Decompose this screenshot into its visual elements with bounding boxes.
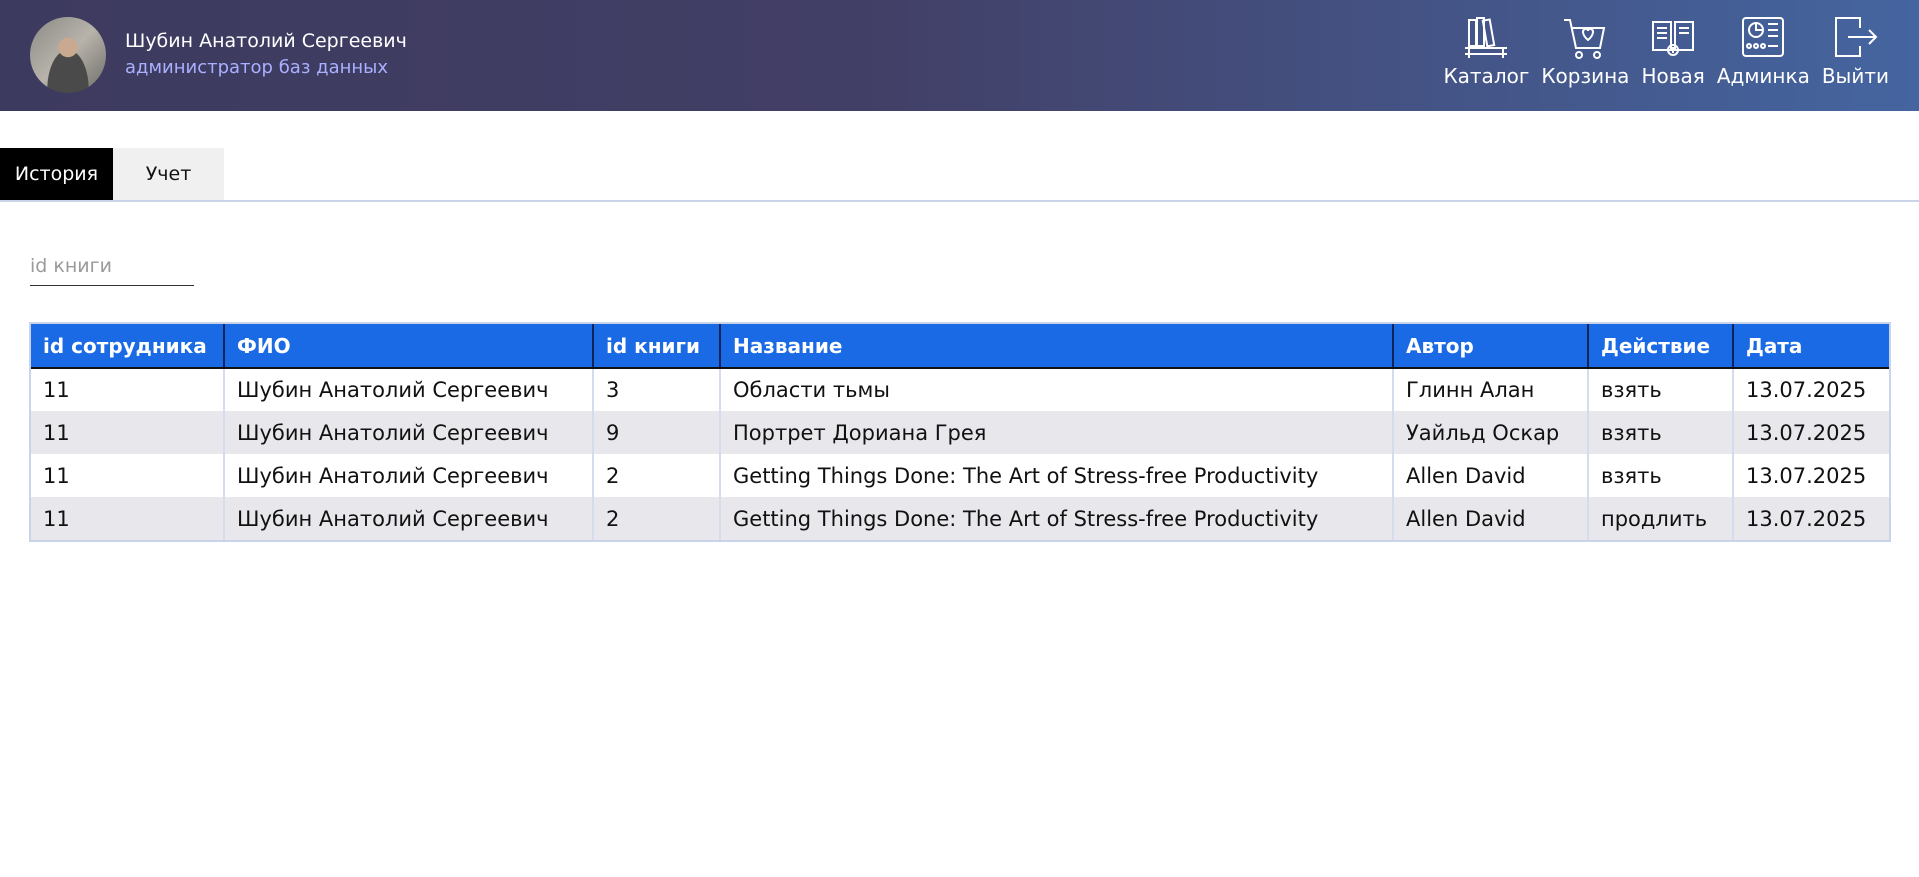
cell-date: 13.07.2025 bbox=[1733, 497, 1889, 540]
avatar bbox=[30, 17, 106, 93]
column-header-book-id[interactable]: id книги bbox=[593, 324, 721, 369]
nav-label: Каталог bbox=[1443, 64, 1530, 88]
table-row[interactable]: 11 Шубин Анатолий Сергеевич 2 Getting Th… bbox=[31, 454, 1889, 497]
nav-admin[interactable]: Админка bbox=[1717, 14, 1810, 88]
app-header: Шубин Анатолий Сергеевич администратор б… bbox=[0, 0, 1919, 111]
nav-catalog[interactable]: Каталог bbox=[1443, 14, 1529, 88]
user-role: администратор баз данных bbox=[125, 57, 389, 78]
cell-title: Области тьмы bbox=[720, 368, 1394, 411]
cell-action: взять bbox=[1588, 411, 1734, 454]
nav-label: Выйти bbox=[1821, 64, 1889, 88]
cell-title: Портрет Дориана Грея bbox=[720, 411, 1394, 454]
column-header-title[interactable]: Название bbox=[720, 324, 1394, 369]
tab-bar: История Учет bbox=[0, 148, 224, 200]
nav-new[interactable]: Новая bbox=[1641, 14, 1705, 88]
column-header-employee-id[interactable]: id сотрудника bbox=[31, 324, 225, 369]
column-header-date[interactable]: Дата bbox=[1733, 324, 1889, 369]
column-header-author[interactable]: Автор bbox=[1393, 324, 1589, 369]
cell-date: 13.07.2025 bbox=[1733, 411, 1889, 454]
cell-full-name: Шубин Анатолий Сергеевич bbox=[224, 497, 594, 540]
top-nav: Каталог Корзина Новая Админка Выйти bbox=[1443, 14, 1889, 94]
cell-action: взять bbox=[1588, 368, 1734, 411]
cell-date: 13.07.2025 bbox=[1733, 368, 1889, 411]
tab-divider bbox=[0, 200, 1919, 202]
table-row[interactable]: 11 Шубин Анатолий Сергеевич 2 Getting Th… bbox=[31, 497, 1889, 540]
cell-action: взять bbox=[1588, 454, 1734, 497]
history-table: id сотрудника ФИО id книги Название Авто… bbox=[29, 322, 1891, 542]
cell-book-id: 9 bbox=[593, 411, 721, 454]
cell-author: Allen David bbox=[1393, 454, 1589, 497]
nav-label: Новая bbox=[1641, 64, 1705, 88]
table-header-row: id сотрудника ФИО id книги Название Авто… bbox=[31, 324, 1889, 369]
cell-title: Getting Things Done: The Art of Stress-f… bbox=[720, 497, 1394, 540]
cell-full-name: Шубин Анатолий Сергеевич bbox=[224, 368, 594, 411]
cell-employee-id: 11 bbox=[31, 454, 225, 497]
column-header-action[interactable]: Действие bbox=[1588, 324, 1734, 369]
dashboard-icon bbox=[1742, 17, 1785, 57]
book-id-search-input[interactable] bbox=[30, 246, 194, 286]
cell-title: Getting Things Done: The Art of Stress-f… bbox=[720, 454, 1394, 497]
cell-book-id: 2 bbox=[593, 497, 721, 540]
table-row[interactable]: 11 Шубин Анатолий Сергеевич 9 Портрет До… bbox=[31, 411, 1889, 454]
nav-cart[interactable]: Корзина bbox=[1541, 14, 1629, 88]
cell-employee-id: 11 bbox=[31, 411, 225, 454]
cell-action: продлить bbox=[1588, 497, 1734, 540]
cell-employee-id: 11 bbox=[31, 368, 225, 411]
nav-label: Корзина bbox=[1541, 64, 1630, 88]
cell-author: Глинн Алан bbox=[1393, 368, 1589, 411]
cell-date: 13.07.2025 bbox=[1733, 454, 1889, 497]
bookshelf-icon bbox=[1465, 17, 1508, 58]
column-header-full-name[interactable]: ФИО bbox=[224, 324, 594, 369]
nav-label: Админка bbox=[1716, 64, 1810, 88]
user-name: Шубин Анатолий Сергеевич bbox=[125, 30, 407, 52]
cell-author: Уайльд Оскар bbox=[1393, 411, 1589, 454]
table-row[interactable]: 11 Шубин Анатолий Сергеевич 3 Области ть… bbox=[31, 368, 1889, 411]
tab-accounting[interactable]: Учет bbox=[113, 148, 224, 200]
cell-book-id: 3 bbox=[593, 368, 721, 411]
tab-history[interactable]: История bbox=[0, 148, 113, 200]
cart-heart-icon bbox=[1564, 19, 1606, 59]
cell-book-id: 2 bbox=[593, 454, 721, 497]
cell-author: Allen David bbox=[1393, 497, 1589, 540]
cell-employee-id: 11 bbox=[31, 497, 225, 540]
logout-icon bbox=[1835, 17, 1878, 57]
cell-full-name: Шубин Анатолий Сергеевич bbox=[224, 454, 594, 497]
new-book-icon bbox=[1652, 21, 1695, 56]
nav-logout[interactable]: Выйти bbox=[1822, 14, 1889, 88]
cell-full-name: Шубин Анатолий Сергеевич bbox=[224, 411, 594, 454]
